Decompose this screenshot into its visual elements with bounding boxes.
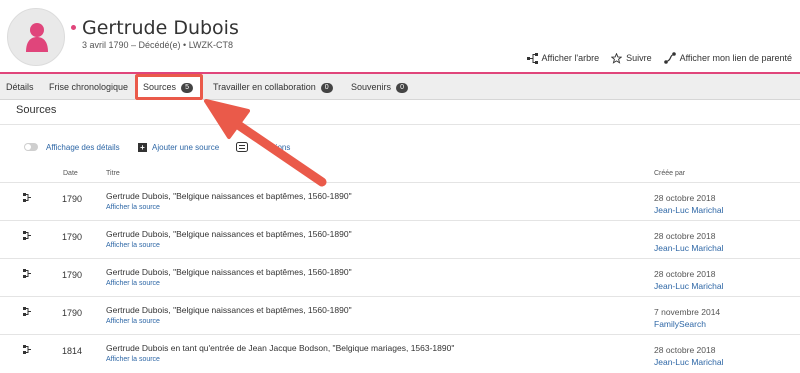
row-created-date: 28 octobre 2018	[654, 345, 716, 355]
add-source-button[interactable]: + Ajouter une source	[138, 140, 219, 154]
row-title: Gertrude Dubois, "Belgique naissances et…	[106, 305, 352, 315]
row-date: 1790	[62, 308, 83, 318]
female-person-icon	[26, 23, 48, 52]
section-title: Sources	[16, 104, 57, 116]
options-icon	[236, 142, 248, 152]
row-title: Gertrude Dubois, "Belgique naissances et…	[106, 267, 352, 277]
follow-label: Suivre	[626, 53, 652, 63]
row-date: 1790	[62, 194, 83, 204]
view-source-link[interactable]: Afficher la source	[106, 242, 160, 249]
gender-dot	[71, 25, 76, 30]
avatar	[7, 8, 65, 66]
tab-timeline[interactable]: Frise chronologique	[49, 74, 128, 100]
table-row[interactable]: 1814 Gertrude Dubois en tant qu'entrée d…	[0, 334, 800, 372]
tab-sources[interactable]: Sources 5	[135, 74, 203, 100]
tab-collaborate[interactable]: Travailler en collaboration 0	[213, 74, 333, 100]
person-header: Gertrude Dubois 3 avril 1790 – Décédé(e)…	[0, 0, 800, 72]
view-tree-label: Afficher l'arbre	[541, 53, 600, 63]
row-created-by[interactable]: Jean-Luc Marichal	[654, 281, 723, 291]
star-icon	[611, 52, 623, 64]
plus-icon: +	[138, 142, 147, 152]
header-created-by: Créée par	[654, 170, 686, 177]
tab-sources-label: Sources	[143, 82, 177, 92]
person-meta: 3 avril 1790 – Décédé(e) • LWZK-CT8	[82, 40, 234, 50]
table-row[interactable]: 1790 Gertrude Dubois, "Belgique naissanc…	[0, 182, 800, 220]
section-divider	[0, 124, 800, 125]
tree-source-icon	[23, 307, 31, 316]
tab-details[interactable]: Détails	[6, 74, 34, 100]
view-source-link[interactable]: Afficher la source	[106, 280, 160, 287]
tab-memories-label: Souvenirs	[351, 82, 392, 92]
row-title: Gertrude Dubois, "Belgique naissances et…	[106, 229, 352, 239]
row-date: 1790	[62, 232, 83, 242]
header-date: Date	[63, 170, 78, 177]
add-source-label: Ajouter une source	[152, 142, 220, 152]
tab-timeline-label: Frise chronologique	[49, 82, 129, 92]
options-button[interactable]: ptions	[236, 140, 290, 154]
tab-bar: Détails Frise chronologique Sources 5 Tra…	[0, 74, 800, 100]
view-source-link[interactable]: Afficher la source	[106, 204, 160, 211]
tab-memories-count: 0	[396, 83, 409, 93]
tab-sources-count: 5	[181, 83, 194, 93]
tab-details-label: Détails	[6, 82, 34, 92]
options-label: ptions	[269, 142, 291, 152]
row-created-date: 28 octobre 2018	[654, 231, 716, 241]
row-created-date: 7 novembre 2014	[654, 307, 721, 317]
table-row[interactable]: 1790 Gertrude Dubois, "Belgique naissanc…	[0, 258, 800, 296]
tree-icon	[526, 52, 538, 64]
view-source-link[interactable]: Afficher la source	[106, 318, 160, 325]
follow-button[interactable]: Suivre	[611, 52, 652, 64]
view-tree-button[interactable]: Afficher l'arbre	[526, 52, 600, 64]
view-source-link[interactable]: Afficher la source	[106, 356, 160, 363]
toggle-switch[interactable]	[24, 143, 38, 151]
table-row[interactable]: 1790 Gertrude Dubois, "Belgique naissanc…	[0, 220, 800, 258]
tab-collaborate-count: 0	[320, 83, 333, 93]
header-title: Titre	[106, 170, 120, 177]
row-title: Gertrude Dubois, "Belgique naissances et…	[106, 191, 352, 201]
row-created-by[interactable]: Jean-Luc Marichal	[654, 243, 723, 253]
person-name: Gertrude Dubois	[82, 17, 239, 39]
row-date: 1790	[62, 270, 83, 280]
relationship-button[interactable]: Afficher mon lien de parenté	[663, 52, 792, 64]
row-title: Gertrude Dubois en tant qu'entrée de Jea…	[106, 343, 455, 353]
relationship-icon	[663, 52, 676, 64]
details-toggle[interactable]: Affichage des détails	[24, 140, 120, 154]
tree-source-icon	[23, 193, 31, 202]
row-created-date: 28 octobre 2018	[654, 269, 716, 279]
tree-source-icon	[23, 269, 31, 278]
tab-collaborate-label: Travailler en collaboration	[213, 82, 316, 92]
tree-source-icon	[23, 231, 31, 240]
row-date: 1814	[62, 346, 83, 356]
table-row[interactable]: 1790 Gertrude Dubois, "Belgique naissanc…	[0, 296, 800, 334]
tab-memories[interactable]: Souvenirs 0	[351, 74, 409, 100]
row-created-by[interactable]: FamilySearch	[654, 319, 706, 329]
person-actions: Afficher l'arbre Suivre Afficher mon lie…	[526, 52, 792, 64]
tree-source-icon	[23, 345, 31, 354]
row-created-by[interactable]: Jean-Luc Marichal	[654, 357, 723, 367]
relationship-label: Afficher mon lien de parenté	[679, 53, 792, 63]
details-toggle-label: Affichage des détails	[46, 142, 120, 152]
row-created-date: 28 octobre 2018	[654, 193, 716, 203]
row-created-by[interactable]: Jean-Luc Marichal	[654, 205, 723, 215]
